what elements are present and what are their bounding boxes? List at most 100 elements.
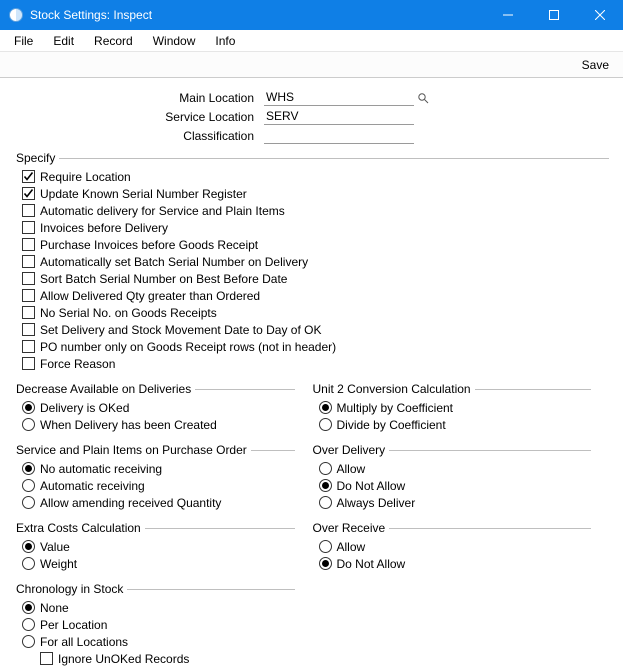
menu-window[interactable]: Window — [143, 32, 206, 50]
decrease-available-option-1[interactable]: When Delivery has been Created — [22, 416, 295, 433]
over-delivery-option-1[interactable]: Do Not Allow — [319, 477, 592, 494]
radio-icon[interactable] — [22, 557, 35, 570]
chronology-option-0[interactable]: None — [22, 599, 295, 616]
checkbox-icon[interactable] — [22, 170, 35, 183]
radio-icon[interactable] — [319, 557, 332, 570]
specify-option-1[interactable]: Update Known Serial Number Register — [22, 185, 609, 202]
option-label: Weight — [40, 557, 77, 571]
checkbox-icon[interactable] — [22, 255, 35, 268]
save-button[interactable]: Save — [582, 58, 609, 72]
specify-group: Specify Require Location Update Known Ser… — [16, 151, 609, 372]
checkbox-icon[interactable] — [22, 340, 35, 353]
specify-option-5[interactable]: Automatically set Batch Serial Number on… — [22, 253, 609, 270]
radio-icon[interactable] — [22, 635, 35, 648]
radio-icon[interactable] — [319, 496, 332, 509]
specify-option-0[interactable]: Require Location — [22, 168, 609, 185]
checkbox-icon[interactable] — [22, 238, 35, 251]
unit2-conversion-option-0[interactable]: Multiply by Coefficient — [319, 399, 592, 416]
radio-icon[interactable] — [22, 401, 35, 414]
menu-record[interactable]: Record — [84, 32, 143, 50]
checkbox-icon[interactable] — [22, 357, 35, 370]
radio-icon[interactable] — [22, 601, 35, 614]
radio-icon[interactable] — [319, 401, 332, 414]
lookup-icon[interactable] — [416, 91, 430, 105]
classification-input[interactable] — [264, 127, 414, 144]
decrease-available-group: Decrease Available on Deliveries Deliver… — [16, 382, 295, 433]
classification-row: Classification — [24, 126, 609, 145]
menu-file[interactable]: File — [4, 32, 43, 50]
chronology-option-2[interactable]: For all Locations — [22, 633, 295, 650]
checkbox-icon[interactable] — [40, 652, 53, 665]
radio-icon[interactable] — [22, 479, 35, 492]
extra-costs-group: Extra Costs Calculation Value Weight — [16, 521, 295, 572]
chronology-option-1[interactable]: Per Location — [22, 616, 295, 633]
chronology-legend: Chronology in Stock — [16, 582, 295, 596]
specify-option-10[interactable]: PO number only on Goods Receipt rows (no… — [22, 338, 609, 355]
main-location-input[interactable] — [264, 89, 414, 106]
unit2-conversion-option-1[interactable]: Divide by Coefficient — [319, 416, 592, 433]
radio-icon[interactable] — [22, 496, 35, 509]
specify-option-11[interactable]: Force Reason — [22, 355, 609, 372]
checkbox-icon[interactable] — [22, 221, 35, 234]
service-plain-po-group: Service and Plain Items on Purchase Orde… — [16, 443, 295, 511]
decrease-available-option-0[interactable]: Delivery is OKed — [22, 399, 295, 416]
service-location-input[interactable] — [264, 108, 414, 125]
unit2-conversion-legend: Unit 2 Conversion Calculation — [313, 382, 592, 396]
service-plain-po-option-0[interactable]: No automatic receiving — [22, 460, 295, 477]
specify-option-4[interactable]: Purchase Invoices before Goods Receipt — [22, 236, 609, 253]
option-label: Allow Delivered Qty greater than Ordered — [40, 289, 260, 303]
over-delivery-option-2[interactable]: Always Deliver — [319, 494, 592, 511]
window-close-button[interactable] — [577, 0, 623, 30]
radio-icon[interactable] — [22, 540, 35, 553]
specify-option-7[interactable]: Allow Delivered Qty greater than Ordered — [22, 287, 609, 304]
over-delivery-option-0[interactable]: Allow — [319, 460, 592, 477]
option-label: Do Not Allow — [337, 557, 406, 571]
radio-icon[interactable] — [319, 479, 332, 492]
checkbox-icon[interactable] — [22, 306, 35, 319]
window-title: Stock Settings: Inspect — [30, 8, 152, 22]
option-label: Do Not Allow — [337, 479, 406, 493]
option-label: Sort Batch Serial Number on Best Before … — [40, 272, 287, 286]
checkbox-icon[interactable] — [22, 204, 35, 217]
specify-option-6[interactable]: Sort Batch Serial Number on Best Before … — [22, 270, 609, 287]
extra-costs-option-0[interactable]: Value — [22, 538, 295, 555]
radio-icon[interactable] — [22, 462, 35, 475]
radio-icon[interactable] — [319, 418, 332, 431]
checkbox-icon[interactable] — [22, 272, 35, 285]
specify-legend: Specify — [16, 151, 609, 165]
toolbar: Save — [0, 52, 623, 78]
option-label: PO number only on Goods Receipt rows (no… — [40, 340, 336, 354]
specify-option-8[interactable]: No Serial No. on Goods Receipts — [22, 304, 609, 321]
over-receive-option-1[interactable]: Do Not Allow — [319, 555, 592, 572]
chronology-ignore-unoked[interactable]: Ignore UnOKed Records — [40, 650, 295, 667]
option-label: Update Known Serial Number Register — [40, 187, 247, 201]
specify-option-3[interactable]: Invoices before Delivery — [22, 219, 609, 236]
radio-icon[interactable] — [319, 540, 332, 553]
extra-costs-option-1[interactable]: Weight — [22, 555, 295, 572]
option-label: Set Delivery and Stock Movement Date to … — [40, 323, 321, 337]
checkbox-icon[interactable] — [22, 323, 35, 336]
service-plain-po-legend: Service and Plain Items on Purchase Orde… — [16, 443, 295, 457]
service-plain-po-option-1[interactable]: Automatic receiving — [22, 477, 295, 494]
over-receive-option-0[interactable]: Allow — [319, 538, 592, 555]
menu-info[interactable]: Info — [205, 32, 245, 50]
radio-icon[interactable] — [22, 618, 35, 631]
over-delivery-legend: Over Delivery — [313, 443, 592, 457]
checkbox-icon[interactable] — [22, 289, 35, 302]
option-label: Per Location — [40, 618, 107, 632]
radio-icon[interactable] — [22, 418, 35, 431]
window-minimize-button[interactable] — [485, 0, 531, 30]
specify-option-2[interactable]: Automatic delivery for Service and Plain… — [22, 202, 609, 219]
option-label: When Delivery has been Created — [40, 418, 217, 432]
radio-icon[interactable] — [319, 462, 332, 475]
service-plain-po-option-2[interactable]: Allow amending received Quantity — [22, 494, 295, 511]
menu-edit[interactable]: Edit — [43, 32, 84, 50]
specify-option-9[interactable]: Set Delivery and Stock Movement Date to … — [22, 321, 609, 338]
option-label: Allow — [337, 540, 366, 554]
checkbox-icon[interactable] — [22, 187, 35, 200]
extra-costs-legend: Extra Costs Calculation — [16, 521, 295, 535]
option-label: Automatic receiving — [40, 479, 145, 493]
window-maximize-button[interactable] — [531, 0, 577, 30]
over-receive-group: Over Receive AllowDo Not Allow — [313, 521, 592, 572]
option-label: Multiply by Coefficient — [337, 401, 454, 415]
